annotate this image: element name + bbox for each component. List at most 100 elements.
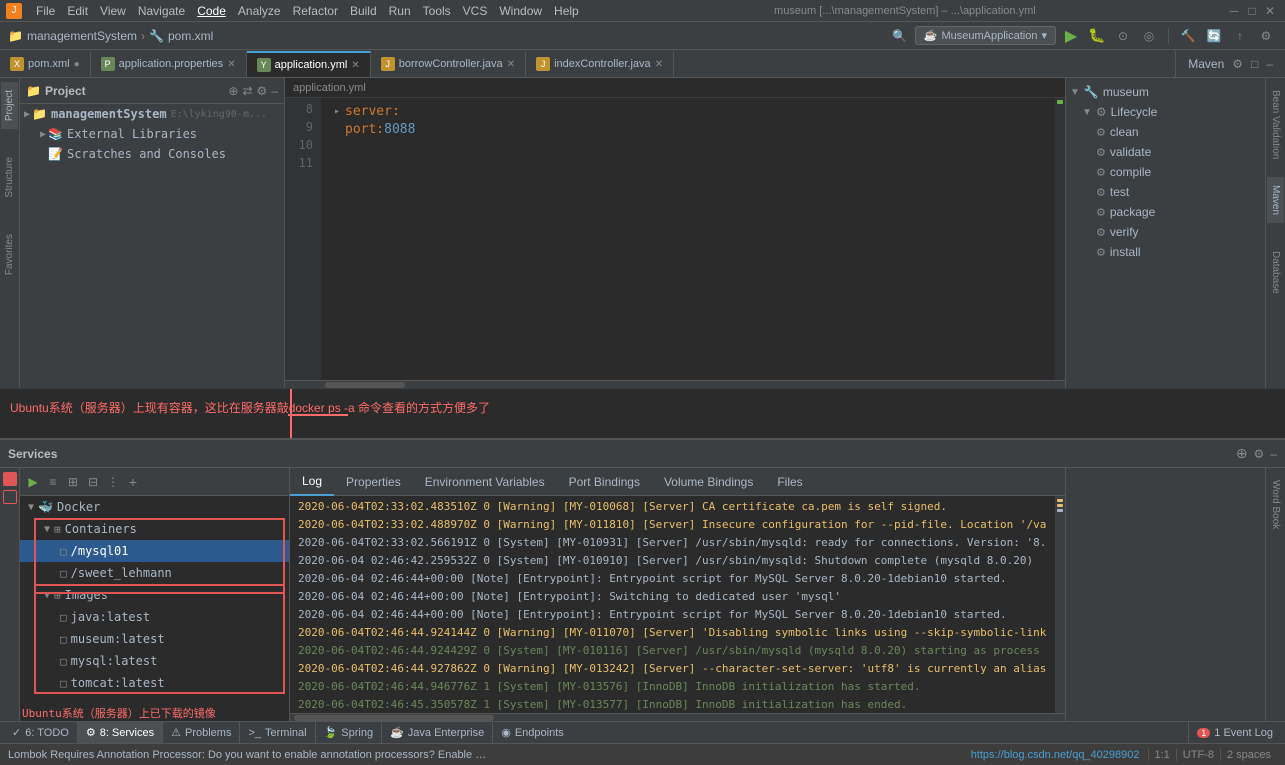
services-toolbar-list[interactable]: ≡: [44, 473, 62, 491]
tab-index-controller[interactable]: J indexController.java ✕: [526, 51, 674, 77]
maven-museum-item[interactable]: ▼ 🔧 museum: [1066, 82, 1265, 102]
bottom-tab-endpoints[interactable]: ◉ Endpoints: [493, 722, 572, 744]
tab-application-properties[interactable]: P application.properties ✕: [91, 51, 247, 77]
right-tab-bean-validation[interactable]: Bean Validation: [1267, 82, 1284, 167]
bottom-tab-services[interactable]: ⚙ 8: Services: [78, 722, 163, 744]
vcs-button[interactable]: ↑: [1229, 25, 1251, 47]
menu-view[interactable]: View: [94, 0, 132, 22]
menu-edit[interactable]: Edit: [61, 0, 94, 22]
services-containers-item[interactable]: ▼ ⊞ Containers: [20, 518, 289, 540]
status-indent[interactable]: 2 spaces: [1220, 749, 1277, 761]
bottom-tab-terminal[interactable]: >_ Terminal: [240, 722, 315, 744]
project-settings-icon[interactable]: ⚙: [257, 84, 268, 98]
git-warning-text[interactable]: Lombok Requires Annotation Processor: Do…: [8, 749, 489, 761]
right-tab-word-book[interactable]: Word Book: [1267, 472, 1284, 537]
left-tab-favorites[interactable]: Favorites: [1, 226, 18, 283]
maven-lifecycle-item[interactable]: ▼ ⚙ Lifecycle: [1066, 102, 1265, 122]
services-mysql-image[interactable]: □ mysql:latest: [20, 650, 289, 672]
bottom-tab-problems[interactable]: ⚠ Problems: [163, 722, 240, 744]
service-stop-button[interactable]: [3, 472, 17, 486]
log-tab-volume-bindings[interactable]: Volume Bindings: [652, 468, 765, 496]
close-button[interactable]: ✕: [1263, 4, 1277, 18]
right-tab-maven[interactable]: Maven: [1267, 177, 1284, 223]
menu-analyze[interactable]: Analyze: [232, 0, 287, 22]
services-toolbar-grid[interactable]: ⊞: [64, 473, 82, 491]
bottom-tab-spring[interactable]: 🍃 Spring: [316, 722, 383, 744]
maven-test-item[interactable]: ⚙ test: [1066, 182, 1265, 202]
services-add-icon[interactable]: ⊕: [1236, 445, 1248, 462]
tree-item-external-libraries[interactable]: ▶ 📚 External Libraries: [20, 124, 284, 144]
left-tab-project[interactable]: Project: [1, 82, 18, 129]
status-url[interactable]: https://blog.csdn.net/qq_40298902: [971, 749, 1140, 761]
coverage-button[interactable]: ⊙: [1112, 25, 1134, 47]
menu-navigate[interactable]: Navigate: [132, 0, 191, 22]
minimize-button[interactable]: ─: [1227, 4, 1241, 18]
services-tomcat-image[interactable]: □ tomcat:latest: [20, 672, 289, 694]
settings-button[interactable]: ⚙: [1255, 25, 1277, 47]
log-tab-port-bindings[interactable]: Port Bindings: [557, 468, 652, 496]
bottom-tab-todo[interactable]: ✓ 6: TODO: [4, 722, 78, 744]
services-toolbar-more[interactable]: ⋮: [104, 473, 122, 491]
service-stop-button-2[interactable]: [3, 490, 17, 504]
menu-vcs[interactable]: VCS: [457, 0, 494, 22]
log-tab-properties[interactable]: Properties: [334, 468, 413, 496]
project-breadcrumb[interactable]: 📁 managementSystem › 🔧 pom.xml: [8, 29, 213, 43]
maven-package-item[interactable]: ⚙ package: [1066, 202, 1265, 222]
tree-item-management-system[interactable]: ▶ 📁 managementSystem E:\lyking90-m...: [20, 104, 284, 124]
project-close-icon[interactable]: –: [271, 84, 278, 98]
maven-maximize-icon[interactable]: □: [1251, 57, 1258, 71]
services-museum-image[interactable]: □ museum:latest: [20, 628, 289, 650]
menu-tools[interactable]: Tools: [417, 0, 457, 22]
maven-install-item[interactable]: ⚙ install: [1066, 242, 1265, 262]
services-toolbar-add[interactable]: +: [124, 473, 142, 491]
profile-button[interactable]: ◎: [1138, 25, 1160, 47]
right-tab-database[interactable]: Database: [1267, 243, 1284, 302]
bottom-tab-java-enterprise[interactable]: ☕ Java Enterprise: [382, 722, 493, 744]
status-encoding[interactable]: UTF-8: [1176, 749, 1220, 761]
tree-item-scratches[interactable]: ▶ 📝 Scratches and Consoles: [20, 144, 284, 164]
menu-build[interactable]: Build: [344, 0, 383, 22]
menu-code[interactable]: Code: [191, 0, 232, 22]
services-toolbar-filter[interactable]: ⊟: [84, 473, 102, 491]
maven-settings-icon[interactable]: ⚙: [1232, 57, 1243, 71]
sync-button[interactable]: 🔄: [1203, 25, 1225, 47]
toolbar-search[interactable]: 🔍: [889, 25, 911, 47]
run-button[interactable]: ▶: [1060, 25, 1082, 47]
maven-clean-item[interactable]: ⚙ clean: [1066, 122, 1265, 142]
build-project-button[interactable]: 🔨: [1177, 25, 1199, 47]
project-add-icon[interactable]: ⊕: [228, 84, 238, 98]
log-tab-files[interactable]: Files: [765, 468, 814, 496]
menu-refactor[interactable]: Refactor: [287, 0, 344, 22]
services-images-item[interactable]: ▼ ⊞ Images: [20, 584, 289, 606]
maven-compile-item[interactable]: ⚙ compile: [1066, 162, 1265, 182]
services-java-image[interactable]: □ java:latest: [20, 606, 289, 628]
menu-help[interactable]: Help: [548, 0, 585, 22]
services-settings-icon[interactable]: ⚙: [1254, 447, 1265, 461]
menu-file[interactable]: File: [30, 0, 61, 22]
maven-validate-item[interactable]: ⚙ validate: [1066, 142, 1265, 162]
code-line-8[interactable]: ▸ server:: [329, 102, 1047, 120]
event-log-button[interactable]: 1 1 Event Log: [1188, 722, 1281, 744]
log-tab-log[interactable]: Log: [290, 468, 334, 496]
maven-close-icon[interactable]: –: [1266, 57, 1273, 71]
code-line-11[interactable]: [329, 156, 1047, 174]
run-config-selector[interactable]: ☕ MuseumApplication ▾: [915, 26, 1056, 45]
left-tab-structure[interactable]: Structure: [1, 149, 18, 206]
maximize-button[interactable]: □: [1245, 4, 1259, 18]
log-tab-env-vars[interactable]: Environment Variables: [413, 468, 557, 496]
services-docker-item[interactable]: ▼ 🐳 Docker: [20, 496, 289, 518]
debug-button[interactable]: 🐛: [1086, 25, 1108, 47]
tab-borrow-controller[interactable]: J borrowController.java ✕: [371, 51, 526, 77]
menu-run[interactable]: Run: [383, 0, 417, 22]
code-line-10[interactable]: [329, 138, 1047, 156]
services-sweet-lehmann-item[interactable]: □ /sweet_lehmann: [20, 562, 289, 584]
tab-application-yml[interactable]: Y application.yml ✕: [247, 51, 371, 77]
menu-window[interactable]: Window: [493, 0, 548, 22]
project-sync-icon[interactable]: ⇄: [242, 84, 252, 98]
maven-verify-item[interactable]: ⚙ verify: [1066, 222, 1265, 242]
services-toolbar-run[interactable]: ▶: [24, 473, 42, 491]
services-minimize-icon[interactable]: –: [1270, 447, 1277, 461]
services-mysql01-item[interactable]: □ /mysql01: [20, 540, 289, 562]
tab-pom-xml[interactable]: X pom.xml ●: [0, 51, 91, 77]
code-line-9[interactable]: port: 8088: [329, 120, 1047, 138]
